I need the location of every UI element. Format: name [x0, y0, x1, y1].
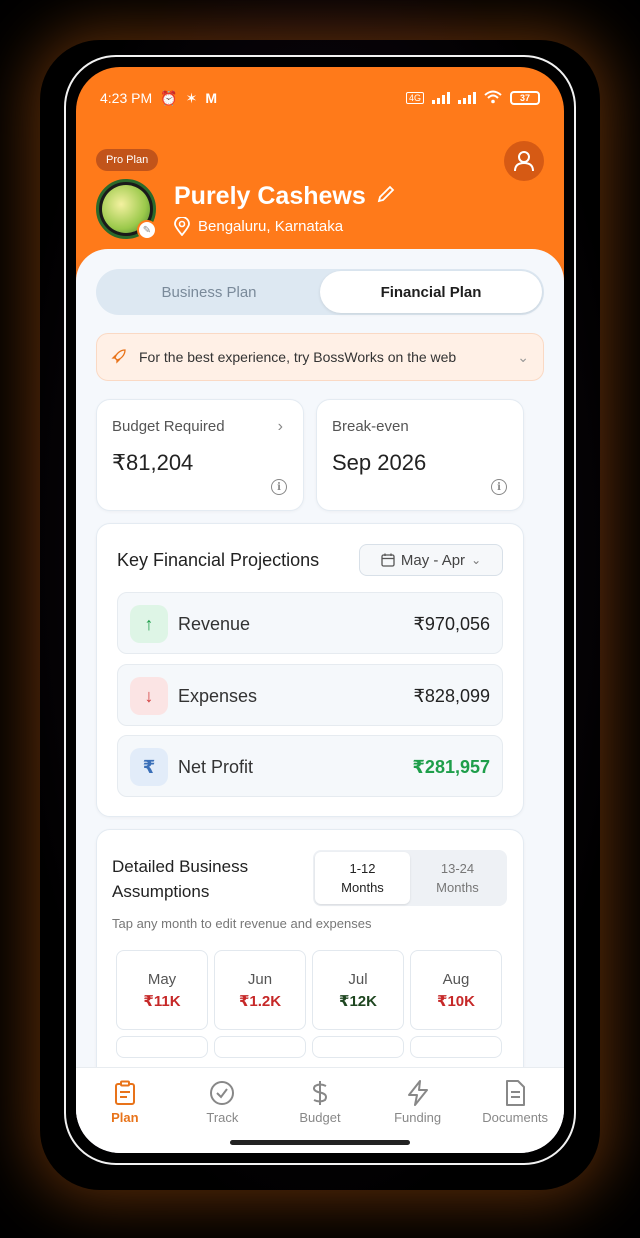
chevron-down-icon[interactable]: ⌄: [517, 349, 529, 366]
nav-plan-label: Plan: [111, 1110, 139, 1125]
tab-business-plan[interactable]: Business Plan: [98, 271, 320, 313]
month-tile[interactable]: Aug ₹10K: [410, 950, 502, 1030]
clipboard-icon: [114, 1080, 135, 1105]
projections-card: Key Financial Projections May - Apr ⌄ ↑ …: [96, 523, 524, 817]
profile-button[interactable]: [504, 141, 544, 181]
toggle-13-24-sub: Months: [436, 880, 479, 895]
lightning-icon: [407, 1080, 428, 1106]
business-name-row: Purely Cashews: [174, 182, 396, 211]
nav-plan[interactable]: Plan: [76, 1068, 174, 1153]
home-indicator[interactable]: [230, 1140, 410, 1145]
info-icon[interactable]: i: [491, 479, 507, 495]
alarm-icon: ⏰: [160, 89, 178, 106]
revenue-label: Revenue: [178, 614, 251, 634]
rupee-icon: ₹: [130, 748, 168, 786]
month-tile[interactable]: Jul ₹12K: [312, 950, 404, 1030]
month-tile-partial[interactable]: [312, 1036, 404, 1058]
month-name: Jul: [348, 970, 368, 988]
net-profit-value: ₹281,957: [412, 757, 490, 777]
month-value: ₹11K: [143, 992, 181, 1010]
nav-documents[interactable]: Documents: [466, 1068, 564, 1153]
rocket-icon: [111, 348, 127, 367]
breakeven-card: Break-even Sep 2026 i: [316, 399, 524, 511]
bottom-nav: Plan Track Budget Funding Documents: [76, 1067, 564, 1153]
toggle-1-12-label: 1-12: [349, 861, 376, 876]
month-tile[interactable]: May ₹11K: [116, 950, 208, 1030]
months-grid: May ₹11K Jun ₹1.2K Jul ₹12K Aug ₹10K: [116, 950, 502, 1058]
breakeven-value: Sep 2026: [332, 450, 427, 475]
net-profit-label: Net Profit: [178, 757, 254, 777]
budget-label: Budget Required: [112, 418, 225, 435]
signal-icon-2: [458, 92, 476, 104]
app-screen: 4:23 PM ⏰ ✶ M 4G 37 Pro Plan ✎ Purely Ca…: [76, 67, 564, 1153]
date-range-select[interactable]: May - Apr ⌄: [359, 544, 503, 576]
month-range-toggle: 1-12 Months 13-24 Months: [313, 850, 507, 906]
status-time: 4:23 PM: [100, 90, 153, 106]
dollar-icon: [313, 1081, 327, 1105]
calendar-icon: [381, 553, 395, 567]
mail-icon: M: [205, 90, 217, 106]
breakeven-label: Break-even: [332, 418, 409, 435]
projections-title: Key Financial Projections: [117, 550, 320, 570]
arrow-down-icon: ↓: [130, 677, 168, 715]
assumptions-title: Detailed Business Assumptions: [112, 857, 249, 901]
date-range-label: May - Apr: [400, 551, 466, 569]
month-tile-partial[interactable]: [116, 1036, 208, 1058]
budget-value: ₹81,204: [112, 450, 194, 475]
status-bar: 4:23 PM ⏰ ✶ M 4G 37: [100, 87, 540, 109]
month-name: Aug: [442, 970, 470, 988]
user-icon: [514, 151, 534, 172]
toggle-1-12-sub: Months: [341, 880, 384, 895]
expenses-value: ₹828,099: [413, 686, 490, 706]
arrow-up-icon: ↑: [130, 605, 168, 643]
toggle-13-24-label: 13-24: [440, 861, 475, 876]
assumptions-hint: Tap any month to edit revenue and expens…: [112, 916, 372, 931]
battery-icon: 37: [510, 91, 540, 105]
month-tile-partial[interactable]: [214, 1036, 306, 1058]
revenue-row: ↑ Revenue ₹970,056: [117, 592, 503, 654]
chevron-right-icon: ›: [277, 418, 283, 435]
month-name: Jun: [247, 970, 273, 988]
month-tile-partial[interactable]: [410, 1036, 502, 1058]
expenses-row: ↓ Expenses ₹828,099: [117, 664, 503, 726]
edit-logo-icon[interactable]: ✎: [137, 220, 157, 240]
net-profit-row: ₹ Net Profit ₹281,957: [117, 735, 503, 797]
budget-required-card[interactable]: Budget Required › ₹81,204 i: [96, 399, 304, 511]
month-tile[interactable]: Jun ₹1.2K: [214, 950, 306, 1030]
business-name: Purely Cashews: [174, 182, 366, 210]
banner-text: For the best experience, try BossWorks o…: [139, 349, 457, 365]
month-value: ₹10K: [437, 992, 475, 1010]
chevron-down-icon: ⌄: [471, 553, 482, 567]
web-promo-banner[interactable]: For the best experience, try BossWorks o…: [96, 333, 544, 381]
bluetooth-icon: ✶: [185, 89, 198, 106]
signal-icon: [432, 92, 450, 104]
expenses-label: Expenses: [178, 686, 258, 706]
toggle-13-24-months[interactable]: 13-24 Months: [410, 852, 505, 904]
nav-track-label: Track: [206, 1110, 239, 1125]
revenue-value: ₹970,056: [413, 614, 490, 634]
month-name: May: [147, 970, 177, 988]
edit-name-icon[interactable]: [376, 182, 396, 211]
business-logo[interactable]: ✎: [96, 179, 157, 240]
business-location-row: Bengaluru, Karnataka: [174, 217, 343, 236]
toggle-1-12-months[interactable]: 1-12 Months: [315, 852, 410, 904]
month-value: ₹1.2K: [238, 992, 282, 1010]
plan-badge: Pro Plan: [96, 149, 159, 171]
nav-funding-label: Funding: [394, 1110, 442, 1125]
nav-budget-label: Budget: [299, 1110, 341, 1125]
check-circle-icon: [210, 1081, 235, 1105]
volte-icon: 4G: [405, 92, 424, 104]
info-icon[interactable]: i: [271, 479, 287, 495]
document-icon: [506, 1080, 526, 1106]
content-sheet: Business Plan Financial Plan For the bes…: [76, 249, 564, 1153]
phone-frame: 4:23 PM ⏰ ✶ M 4G 37 Pro Plan ✎ Purely Ca…: [64, 55, 576, 1165]
business-location: Bengaluru, Karnataka: [198, 218, 344, 235]
plan-tabs: Business Plan Financial Plan: [96, 269, 544, 315]
wifi-icon: [484, 90, 502, 107]
nav-documents-label: Documents: [482, 1110, 549, 1125]
tab-financial-plan[interactable]: Financial Plan: [320, 271, 542, 313]
month-value: ₹12K: [339, 992, 377, 1010]
location-pin-icon: [174, 217, 190, 236]
